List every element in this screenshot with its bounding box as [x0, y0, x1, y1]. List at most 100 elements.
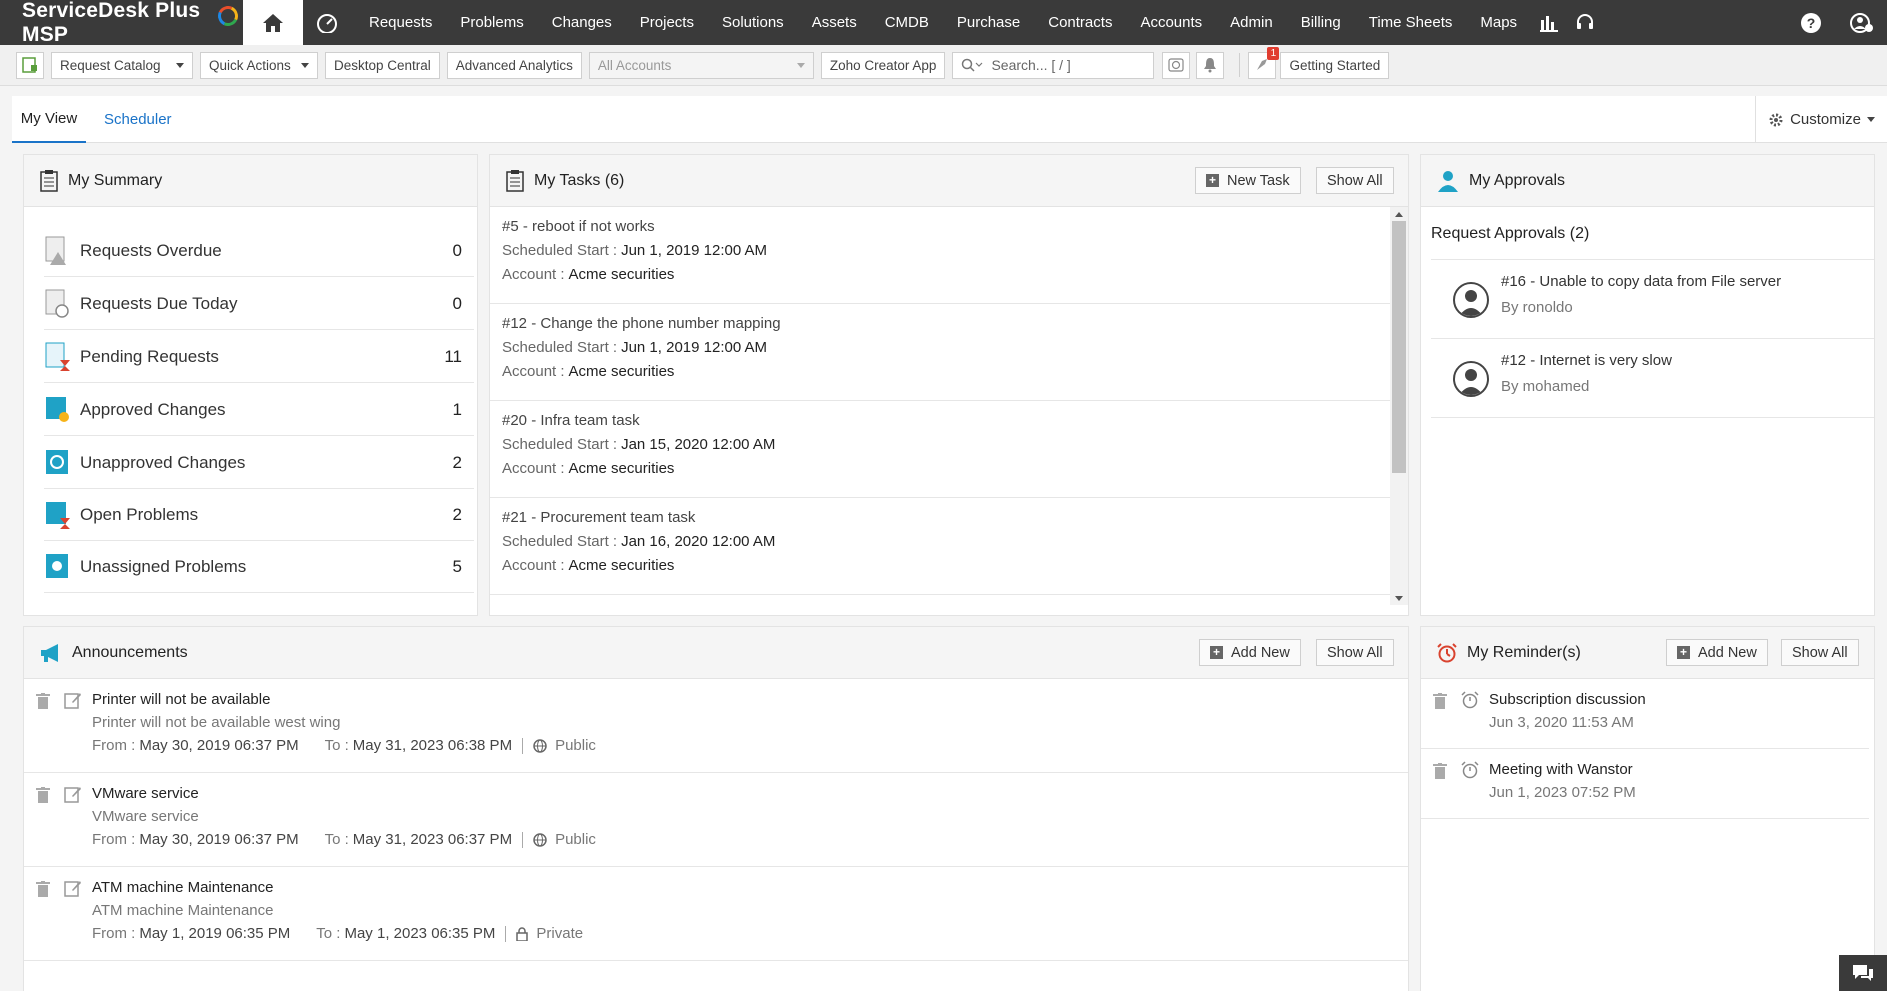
announcement-title[interactable]: Printer will not be available: [92, 691, 270, 708]
summary-row[interactable]: Unapproved Changes 2: [44, 437, 474, 489]
edit-icon[interactable]: [64, 879, 82, 897]
zoho-creator-button[interactable]: Zoho Creator App: [820, 51, 946, 79]
notifications-button[interactable]: [1196, 51, 1225, 79]
task-account-value: Acme securities: [568, 363, 675, 380]
scroll-up-arrow-icon[interactable]: [1390, 207, 1408, 221]
advanced-analytics-button[interactable]: Advanced Analytics: [446, 51, 582, 79]
my-reminders-title: My Reminder(s): [1467, 643, 1581, 661]
reminder-title[interactable]: Subscription discussion: [1489, 691, 1646, 708]
nav-projects[interactable]: Projects: [626, 0, 708, 45]
reminders-add-new-button[interactable]: + Add New: [1666, 639, 1768, 666]
delete-icon[interactable]: [36, 693, 50, 709]
task-item[interactable]: #20 - Infra team task Scheduled Start :J…: [490, 401, 1392, 498]
getting-started-badge-button[interactable]: 1: [1248, 46, 1280, 79]
summary-row[interactable]: Approved Changes 1: [44, 384, 474, 436]
tab-my-view[interactable]: My View: [12, 96, 86, 143]
help-button[interactable]: ?: [1785, 0, 1837, 45]
reminder-item[interactable]: Meeting with Wanstor Jun 1, 2023 07:52 P…: [1421, 749, 1869, 819]
announcement-meta: From : May 30, 2019 06:37 PM To : May 31, …: [92, 737, 596, 754]
quick-actions-dropdown[interactable]: Quick Actions: [200, 51, 318, 79]
approval-title[interactable]: #16 - Unable to copy data from File serv…: [1501, 273, 1781, 290]
task-item[interactable]: #21 - Procurement team task Scheduled St…: [490, 498, 1392, 595]
tasks-scrollbar[interactable]: [1390, 207, 1408, 605]
support-button[interactable]: [1567, 0, 1603, 45]
reminder-title[interactable]: Meeting with Wanstor: [1489, 761, 1633, 778]
delete-icon[interactable]: [36, 787, 50, 803]
delete-icon[interactable]: [1433, 763, 1447, 779]
from-value: May 30, 2019 06:37 PM: [139, 737, 299, 754]
delete-icon[interactable]: [1433, 693, 1447, 709]
task-start-value: Jan 15, 2020 12:00 AM: [621, 436, 776, 453]
nav-time-sheets[interactable]: Time Sheets: [1355, 0, 1467, 45]
scroll-down-arrow-icon[interactable]: [1390, 591, 1408, 605]
getting-started-button[interactable]: Getting Started: [1280, 51, 1390, 79]
nav-assets[interactable]: Assets: [798, 0, 871, 45]
announcements-add-new-button[interactable]: + Add New: [1199, 639, 1301, 666]
chat-button[interactable]: [1839, 955, 1887, 991]
summary-row[interactable]: Requests Due Today 0: [44, 278, 474, 330]
dashboard-button[interactable]: [307, 0, 347, 45]
alarm-clock-icon: [1437, 642, 1457, 662]
approval-item[interactable]: #12 - Internet is very slow By mohamed: [1431, 339, 1874, 418]
alarm-icon: [1461, 761, 1479, 779]
search-input[interactable]: Search... [ / ]: [952, 51, 1155, 79]
from-label: From :: [92, 925, 136, 942]
reports-button[interactable]: [1531, 0, 1567, 45]
nav-requests[interactable]: Requests: [355, 0, 446, 45]
to-label: To :: [324, 737, 349, 754]
user-profile-button[interactable]: [1837, 0, 1887, 45]
summary-row[interactable]: Pending Requests 11: [44, 331, 474, 383]
customize-button[interactable]: Customize: [1755, 96, 1887, 143]
edit-icon[interactable]: [64, 691, 82, 709]
request-catalog-dropdown[interactable]: Request Catalog: [51, 51, 193, 79]
new-request-button[interactable]: [16, 51, 44, 79]
nav-accounts[interactable]: Accounts: [1126, 0, 1216, 45]
announcement-title[interactable]: VMware service: [92, 785, 199, 802]
approval-title[interactable]: #12 - Internet is very slow: [1501, 352, 1672, 369]
reminder-item[interactable]: Subscription discussion Jun 3, 2020 11:5…: [1421, 679, 1869, 749]
nav-contracts[interactable]: Contracts: [1034, 0, 1126, 45]
approval-item[interactable]: #16 - Unable to copy data from File serv…: [1431, 260, 1874, 339]
accounts-select-value: All Accounts: [597, 57, 672, 73]
help-icon: ?: [1801, 12, 1821, 33]
task-start-label: Scheduled Start :: [502, 533, 618, 550]
delete-icon[interactable]: [36, 881, 50, 897]
task-item[interactable]: #5 - reboot if not works Scheduled Start…: [490, 207, 1392, 304]
nav-maps[interactable]: Maps: [1466, 0, 1531, 45]
nav-changes[interactable]: Changes: [538, 0, 626, 45]
tab-scheduler[interactable]: Scheduler: [104, 96, 172, 143]
reminders-show-all-button[interactable]: Show All: [1781, 639, 1859, 666]
to-label: To :: [316, 925, 341, 942]
announcement-title[interactable]: ATM machine Maintenance: [92, 879, 273, 896]
new-task-button[interactable]: + New Task: [1195, 167, 1301, 194]
nav-solutions[interactable]: Solutions: [708, 0, 798, 45]
announcement-description: VMware service: [92, 808, 199, 825]
nav-admin[interactable]: Admin: [1216, 0, 1287, 45]
avatar: [1453, 282, 1489, 318]
nav-purchase[interactable]: Purchase: [943, 0, 1034, 45]
desktop-central-button[interactable]: Desktop Central: [325, 51, 440, 79]
summary-row[interactable]: Open Problems 2: [44, 489, 474, 541]
announcement-item[interactable]: ATM machine Maintenance ATM machine Main…: [24, 867, 1408, 961]
task-list-icon: [506, 169, 524, 192]
nav-billing[interactable]: Billing: [1287, 0, 1355, 45]
task-item[interactable]: #12 - Change the phone number mapping Sc…: [490, 304, 1392, 401]
app-logo[interactable]: ServiceDesk Plus MSP: [0, 0, 243, 46]
announcements-show-all-button[interactable]: Show All: [1316, 639, 1394, 666]
announcement-item[interactable]: Printer will not be available Printer wi…: [24, 679, 1408, 773]
scrollbar-thumb[interactable]: [1392, 221, 1406, 473]
top-navigation: ServiceDesk Plus MSP Requests Problems C…: [0, 0, 1887, 46]
reminder-date: Jun 3, 2020 11:53 AM: [1489, 714, 1634, 731]
edit-icon[interactable]: [64, 785, 82, 803]
accounts-select[interactable]: All Accounts: [588, 51, 814, 79]
timer-button[interactable]: [1162, 51, 1191, 79]
nav-cmdb[interactable]: CMDB: [871, 0, 943, 45]
summary-row[interactable]: Requests Overdue 0: [44, 225, 474, 277]
plus-icon: +: [1210, 646, 1223, 659]
avatar: [1453, 361, 1489, 397]
home-button[interactable]: [243, 0, 303, 45]
tasks-show-all-button[interactable]: Show All: [1316, 167, 1394, 194]
summary-row[interactable]: Unassigned Problems 5: [44, 541, 474, 593]
nav-problems[interactable]: Problems: [446, 0, 537, 45]
announcement-item[interactable]: VMware service VMware service From : May …: [24, 773, 1408, 867]
